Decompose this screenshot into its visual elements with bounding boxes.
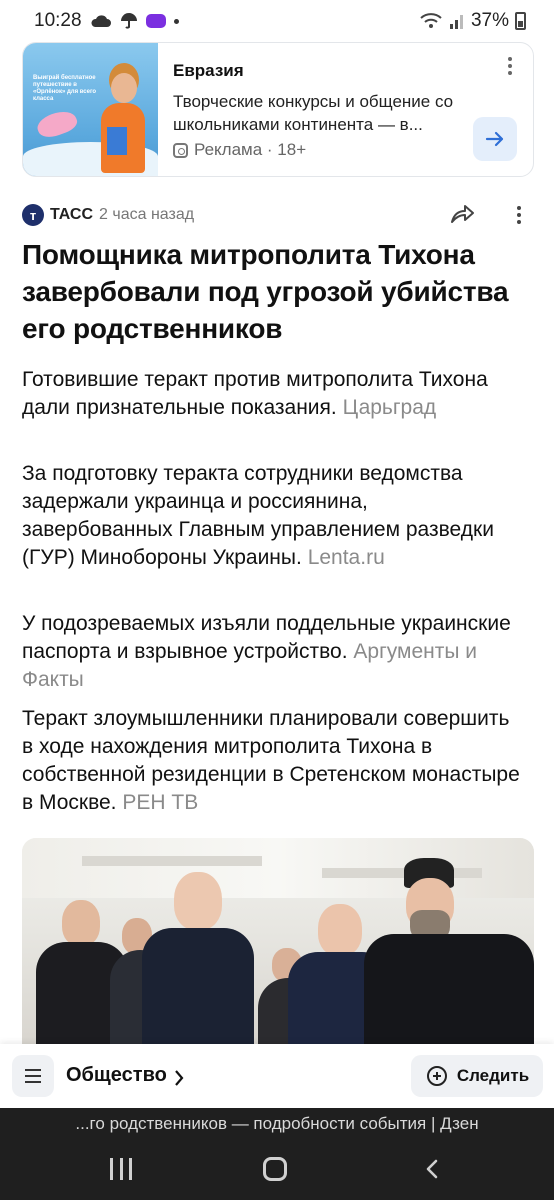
summary-paragraph: За подготовку теракта сотрудники ведомст… (22, 460, 522, 572)
ad-description: Творческие конкурсы и общение со школьни… (173, 92, 454, 134)
follow-button[interactable]: Следить (411, 1055, 543, 1097)
photo-beam (82, 856, 262, 866)
photo-beam (322, 868, 482, 878)
notification-dot-icon (173, 18, 179, 24)
more-icon[interactable] (514, 202, 524, 228)
summary-paragraph: У подозреваемых изъяли поддельные украин… (22, 610, 522, 694)
book-illustration (107, 127, 127, 155)
recent-apps-icon[interactable] (110, 1158, 132, 1180)
source-logo[interactable]: т (22, 204, 44, 226)
signal-icon (449, 15, 463, 29)
battery-icon (515, 12, 526, 30)
menu-icon[interactable] (12, 1055, 54, 1097)
wifi-icon (420, 13, 442, 28)
ad-more-icon[interactable] (507, 57, 513, 75)
ad-title: Евразия (173, 61, 244, 80)
ad-image-text: Выиграй бесплатное путешествие в «Орлёно… (33, 75, 97, 102)
home-icon[interactable] (263, 1157, 287, 1181)
follow-label: Следить (456, 1066, 530, 1085)
article-source-row: т ТАСС 2 часа назад (22, 202, 534, 228)
ad-card[interactable]: Выиграй бесплатное путешествие в «Орлёно… (22, 42, 534, 177)
chevron-right-icon[interactable] (173, 1068, 185, 1088)
ad-image: Выиграй бесплатное путешествие в «Орлёно… (23, 43, 158, 176)
status-time: 10:28 (34, 10, 82, 31)
ad-label-icon (173, 142, 188, 158)
system-nav-bar (0, 1140, 554, 1200)
paragraph-source-link[interactable]: РЕН ТВ (122, 791, 198, 814)
share-icon[interactable] (448, 200, 476, 228)
cloud-icon (91, 15, 111, 27)
notification-app-icon (145, 14, 166, 28)
battery-percent: 37% (470, 10, 509, 31)
tab-title: ...го родственников — подробности событи… (0, 1108, 554, 1140)
umbrella-icon (120, 13, 137, 29)
article-headline: Помощника митрополита Тихона завербовали… (22, 239, 509, 344)
paragraph-text: Теракт злоумышленники планировали соверш… (22, 707, 520, 814)
paragraph-source-link[interactable]: Царьград (343, 396, 437, 419)
summary-paragraph: Теракт злоумышленники планировали соверш… (22, 705, 522, 817)
status-right: 37% (419, 10, 526, 32)
publish-time: 2 часа назад (99, 206, 195, 223)
ad-meta: Реклама · 18+ (173, 140, 306, 160)
arrow-right-icon (485, 131, 504, 147)
status-left: 10:28 (34, 10, 179, 32)
ad-label: Реклама · 18+ (194, 140, 307, 159)
back-icon[interactable] (422, 1158, 444, 1180)
follow-icon (426, 1066, 447, 1086)
paragraph-text: За подготовку теракта сотрудники ведомст… (22, 462, 494, 569)
paragraph-source-link[interactable]: Lenta.ru (308, 546, 385, 569)
article-photo[interactable] (22, 838, 534, 1044)
bottom-bar: Общество Следить (0, 1044, 554, 1108)
ad-open-button[interactable] (473, 117, 517, 161)
dolphin-illustration (34, 106, 80, 142)
girl-illustration-head (111, 73, 137, 103)
summary-paragraph: Готовившие теракт против митрополита Тих… (22, 366, 522, 422)
source-name[interactable]: ТАСС (50, 206, 93, 224)
category-link[interactable]: Общество (66, 1064, 167, 1087)
status-bar: 10:28 37% (0, 0, 554, 42)
